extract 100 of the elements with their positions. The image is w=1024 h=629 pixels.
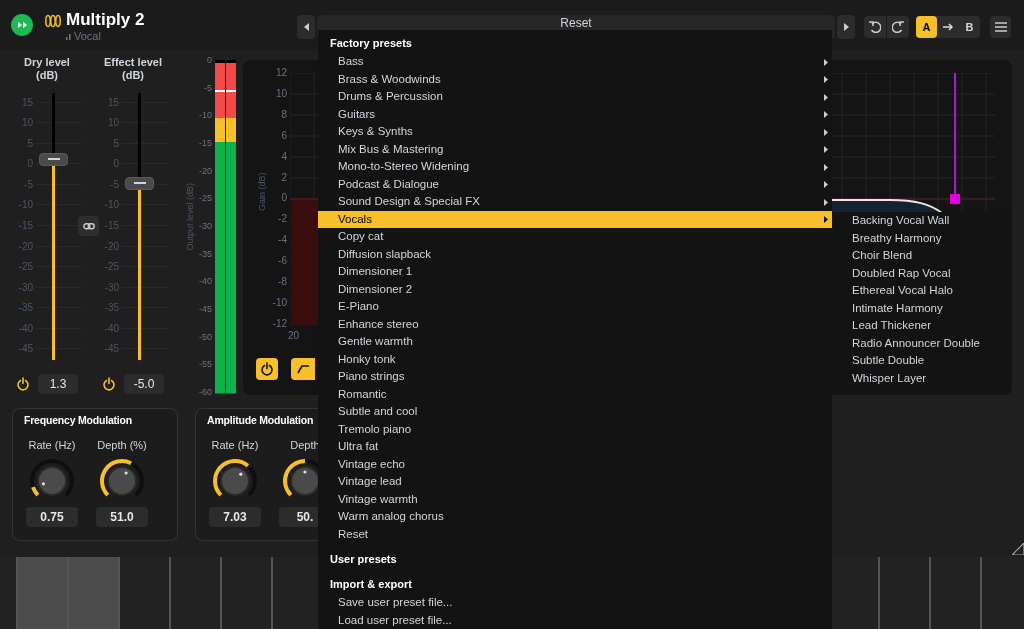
menu-item[interactable]: Enhance stereo [318,315,832,334]
menu-item[interactable]: Doubled Rap Vocal [832,264,1010,282]
menu-item[interactable]: Diffusion slapback [318,245,832,264]
filter-type-button[interactable] [291,358,315,380]
tick-label: 2 [280,171,287,184]
piano-key[interactable] [829,557,880,629]
tick-label: -10 [198,109,212,122]
menu-item[interactable]: Piano strings [318,368,832,386]
high-pass-icon [296,363,310,375]
menu-item[interactable]: Choir Blend [832,247,1010,265]
menu-item[interactable]: Brass & Woodwinds [318,70,832,89]
previous-preset-button[interactable] [297,15,315,39]
tick-label: 0 [206,54,212,66]
tick-label: -40 [103,321,120,336]
tick-label: 12 [274,67,287,79]
menu-item[interactable]: Gentle warmth [318,333,832,351]
category-label: Vocal [74,30,101,42]
menu-item[interactable]: Lead Thickener [832,317,1010,335]
undo-button[interactable] [864,16,886,38]
panel-title: Amplitude Modulation [207,413,315,427]
tick-label: -10 [17,198,34,213]
copy-arrow-icon[interactable] [943,22,953,32]
menu-item[interactable]: Podcast & Dialogue [318,175,832,194]
menu-item[interactable]: Copy cat [318,228,832,246]
menu-item[interactable]: Vintage warmth [318,490,832,509]
menu-item[interactable]: Guitars [318,105,832,124]
menu-item[interactable]: Ultra fat [318,438,832,456]
menu-item[interactable]: Honky tonk [318,350,832,369]
knob-label: Rate (Hz) [28,439,76,452]
menu-item[interactable]: Intimate Harmony [832,299,1010,317]
bypass-button[interactable] [11,14,33,36]
menu-item[interactable]: Keys & Synths [318,123,832,141]
tick-label: -15 [198,136,212,149]
menu-item[interactable]: Tremolo piano [318,420,832,439]
tick-label: -25 [198,192,212,205]
menu-icon [994,22,1007,32]
tick-label: -15 [17,218,34,233]
menu-button[interactable] [990,16,1011,38]
menu-item[interactable]: Dimensioner 2 [318,280,832,299]
value-field[interactable]: 7.03 [209,507,261,527]
fader-thumb[interactable] [39,152,68,166]
resize-handle-icon[interactable] [1012,543,1024,555]
tick-label: -30 [198,219,212,232]
tick-label: -35 [103,301,120,316]
tick-label: -45 [198,302,212,315]
value-field[interactable]: 0.75 [26,507,78,527]
link-button[interactable] [78,216,99,236]
fader-thumb[interactable] [125,176,154,190]
redo-button[interactable] [887,16,909,38]
value-field[interactable]: 1.3 [38,374,78,394]
tick-label: -50 [198,330,212,343]
menu-item[interactable]: Backing Vocal Wall [832,212,1010,230]
band-handle[interactable] [950,194,960,204]
value-field[interactable]: -5.0 [124,374,164,394]
menu-item[interactable]: Reset [318,525,832,544]
tick-label: 10 [106,116,120,131]
menu-item[interactable]: Bass [318,53,832,71]
tick-label: -15 [103,218,120,233]
menu-item[interactable]: Subtle Double [832,352,1010,370]
ab-toggle[interactable]: B [959,16,980,38]
menu-item[interactable]: Whisper Layer [832,369,1010,387]
tick-label: 20 [288,329,300,343]
fader-label: Dry level (dB) [23,56,71,83]
tick-label: -5 [23,177,34,192]
tick-label: 15 [20,95,34,110]
menu-section-title: Factory presets [330,36,413,52]
link-icon [82,222,95,230]
menu-item[interactable]: Radio Announcer Double [832,334,1010,352]
tick-label: 10 [274,87,287,100]
menu-item[interactable]: Romantic [318,385,832,404]
bars-icon [66,32,71,40]
tick-label: -8 [277,276,287,289]
menu-item[interactable]: Ethereal Vocal Halo [832,282,1010,300]
tick-label: -5 [203,81,212,94]
menu-item[interactable]: Vintage lead [318,473,832,491]
menu-section-title: User presets [330,551,398,567]
tick-label: -2 [277,213,287,226]
menu-item[interactable]: Drums & Percussion [318,88,832,106]
menu-item[interactable]: Vintage echo [318,455,832,474]
tick-label: -30 [17,280,34,295]
menu-item[interactable]: Mix Bus & Mastering [318,140,832,159]
tick-label: -10 [103,198,120,213]
menu-item[interactable]: Sound Design & Special FX [318,193,832,211]
power-icon[interactable] [102,377,116,391]
power-icon[interactable] [16,377,30,391]
menu-item[interactable]: Vocals [318,210,832,229]
tick-label: -45 [17,342,34,357]
menu-item[interactable]: Breathy Harmony [832,229,1010,247]
ab-toggle[interactable]: A [916,16,937,38]
right-arrow-icon [843,23,849,31]
menu-item[interactable]: Save user preset file... [318,594,832,612]
tick-label: -40 [198,275,212,288]
menu-item[interactable]: Dimensioner 1 [318,263,832,281]
menu-item[interactable]: Load user preset file... [318,611,832,629]
value-field[interactable]: 51.0 [96,507,148,527]
next-preset-button[interactable] [837,15,855,39]
tick-label: -10 [271,296,287,309]
menu-item[interactable]: Mono-to-Stereo Widening [318,158,832,176]
menu-item[interactable]: Subtle and cool [318,403,832,421]
menu-item[interactable]: E-Piano [318,298,832,316]
